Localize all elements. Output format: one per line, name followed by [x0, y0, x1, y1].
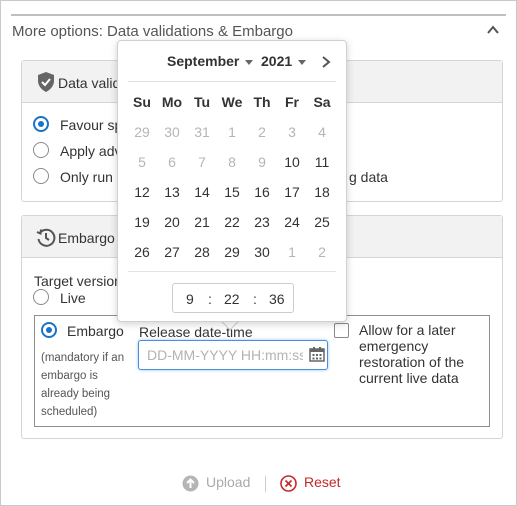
shield-check-icon	[38, 72, 54, 92]
calendar-icon[interactable]	[309, 346, 325, 362]
embargo-label: Embargo	[67, 323, 124, 339]
calendar-day[interactable]: 13	[157, 184, 187, 200]
calendar-day[interactable]: 19	[127, 214, 157, 230]
calendar-day-disabled: 1	[228, 124, 236, 140]
calendar-day[interactable]: 16	[247, 184, 277, 200]
hour-field[interactable]: 9	[186, 291, 194, 307]
datepicker-popover: September 2021 Su Mo Tu We Th Fr Sa 29 30 31 1 2 3 4 5…	[117, 40, 347, 322]
year-select[interactable]: 2021	[261, 53, 307, 69]
live-radio[interactable]	[33, 289, 49, 305]
upload-icon	[182, 475, 199, 492]
datepicker-divider-top	[128, 81, 336, 82]
time-separator: :	[253, 291, 257, 307]
validation-radio-1[interactable]	[33, 116, 49, 132]
embargo-radio[interactable]	[41, 322, 57, 338]
target-version-label: Target version	[34, 273, 122, 289]
calendar-week-row: 12 13 14 15 16 17 18	[127, 177, 337, 207]
calendar-day-disabled: 29	[134, 124, 150, 140]
calendar-day-disabled: 2	[318, 244, 326, 260]
month-select[interactable]: September	[167, 53, 254, 69]
calendar-day-disabled: 7	[198, 154, 206, 170]
weekday-label: Su	[133, 94, 151, 110]
release-datetime-input[interactable]	[138, 340, 328, 370]
minute-field[interactable]: 22	[224, 291, 240, 307]
calendar-week-row: 5 6 7 8 9 10 11	[127, 147, 337, 177]
upload-button[interactable]: Upload	[206, 474, 250, 490]
weekday-label: We	[221, 94, 243, 110]
calendar-day[interactable]: 10	[277, 154, 307, 170]
calendar-day[interactable]: 29	[217, 244, 247, 260]
calendar-day[interactable]: 30	[247, 244, 277, 260]
next-month-icon[interactable]	[320, 55, 332, 69]
calendar-day[interactable]: 12	[127, 184, 157, 200]
validation-option-3-label: Only run a	[60, 169, 125, 185]
validation-option-1-label: Favour sp	[60, 117, 123, 133]
calendar-day-disabled: 31	[194, 124, 210, 140]
calendar-week-row: 26 27 28 29 30 1 2	[127, 237, 337, 267]
calendar-week-row: 19 20 21 22 23 24 25	[127, 207, 337, 237]
calendar-day[interactable]: 21	[187, 214, 217, 230]
validation-option-3-suffix: g data	[349, 169, 388, 185]
calendar-day-disabled: 9	[258, 154, 266, 170]
weekday-label: Sa	[313, 94, 331, 110]
calendar-day[interactable]: 22	[217, 214, 247, 230]
chevron-up-icon[interactable]	[486, 23, 500, 37]
time-picker: 9 : 22 : 36	[172, 283, 294, 313]
calendar-day-disabled: 6	[168, 154, 176, 170]
calendar-day[interactable]: 25	[307, 214, 337, 230]
calendar-day[interactable]: 23	[247, 214, 277, 230]
history-clock-icon	[36, 228, 56, 247]
mandatory-note: (mandatory if an embargo is already bein…	[41, 352, 125, 418]
calendar-day-disabled: 3	[288, 124, 296, 140]
weekday-header-row: Su Mo Tu We Th Fr Sa	[127, 87, 337, 117]
calendar-day[interactable]: 28	[187, 244, 217, 260]
top-divider	[11, 14, 506, 16]
weekday-label: Th	[253, 94, 271, 110]
calendar-day-disabled: 4	[318, 124, 326, 140]
weekday-label: Mo	[161, 94, 183, 110]
validation-option-2-label: Apply adv	[60, 143, 122, 159]
section-title[interactable]: More options: Data validations & Embargo	[12, 23, 293, 40]
calendar-day-disabled: 30	[164, 124, 180, 140]
validation-radio-3[interactable]	[33, 168, 49, 184]
chevron-down-icon	[298, 59, 307, 65]
live-label: Live	[60, 290, 86, 306]
calendar-day-disabled: 5	[138, 154, 146, 170]
embargo-title: Embargo	[58, 230, 115, 246]
weekday-label: Tu	[193, 94, 211, 110]
calendar-day[interactable]: 20	[157, 214, 187, 230]
calendar-day-disabled: 2	[258, 124, 266, 140]
datepicker-divider-bottom	[128, 271, 336, 272]
calendar-week-row: 29 30 31 1 2 3 4	[127, 117, 337, 147]
second-field[interactable]: 36	[269, 291, 285, 307]
calendar-day[interactable]: 26	[127, 244, 157, 260]
calendar-day[interactable]: 14	[187, 184, 217, 200]
calendar-day-disabled: 1	[288, 244, 296, 260]
weekday-label: Fr	[285, 94, 299, 110]
release-datetime-label: Release date-time	[139, 324, 253, 340]
time-separator: :	[208, 291, 212, 307]
calendar-day-disabled: 8	[228, 154, 236, 170]
calendar-day[interactable]: 24	[277, 214, 307, 230]
calendar-day[interactable]: 27	[157, 244, 187, 260]
calendar-day[interactable]: 15	[217, 184, 247, 200]
reset-icon	[280, 475, 297, 492]
allow-later-restoration-checkbox[interactable]	[334, 323, 349, 338]
calendar-day[interactable]: 18	[307, 184, 337, 200]
actions-divider	[265, 476, 266, 492]
calendar-grid: Su Mo Tu We Th Fr Sa 29 30 31 1 2 3 4 5 6 7 8 9 10 11 12 13 14 1…	[127, 87, 337, 267]
calendar-day[interactable]: 17	[277, 184, 307, 200]
calendar-day[interactable]: 11	[307, 154, 337, 170]
allow-later-restoration-label: Allow for a later emergency restoration …	[359, 322, 465, 386]
validation-title: Data valid	[58, 75, 121, 91]
chevron-down-icon	[245, 59, 254, 65]
validation-radio-2[interactable]	[33, 142, 49, 158]
reset-button[interactable]: Reset	[304, 474, 341, 490]
